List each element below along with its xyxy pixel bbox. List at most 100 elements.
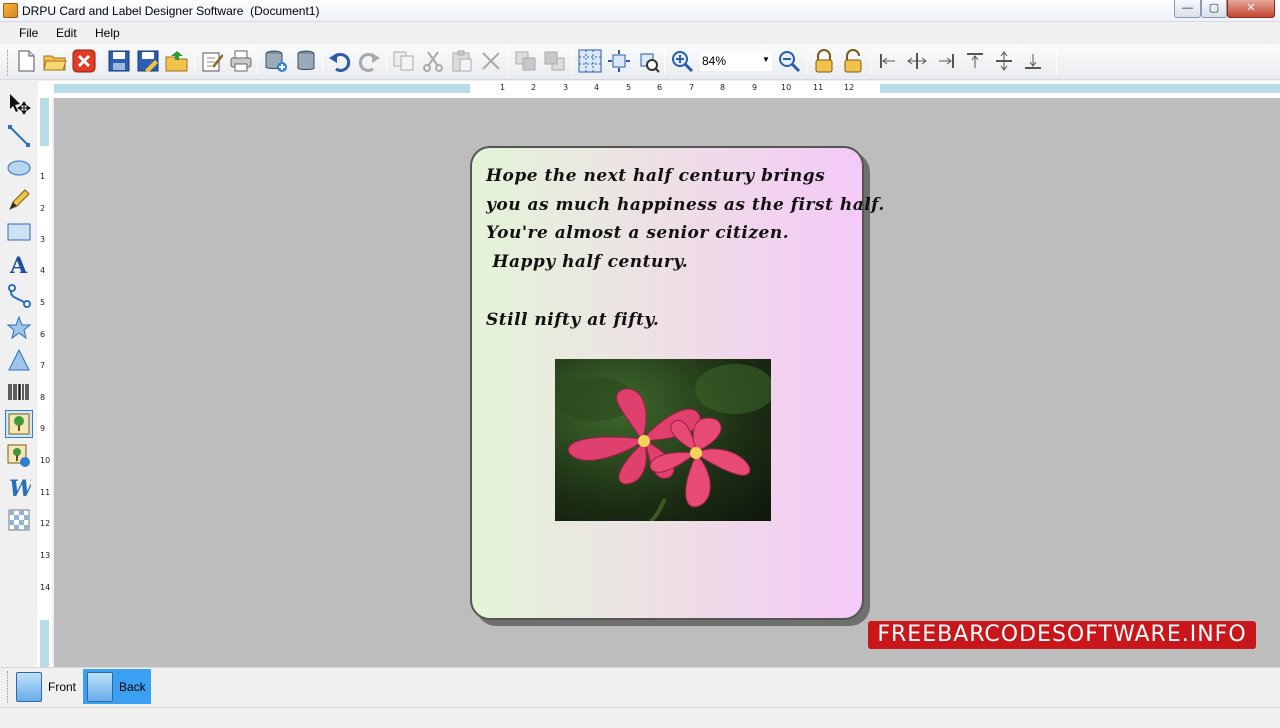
center-icon[interactable] [605,47,633,75]
vruler-label: 5 [40,298,46,307]
close-icon[interactable] [70,47,98,75]
vruler-label: 8 [40,393,46,402]
align-middle-icon[interactable] [990,47,1018,75]
hruler-label: 5 [626,83,632,92]
pan-icon[interactable] [634,47,662,75]
hruler-label: 8 [720,83,726,92]
bring-forward-icon[interactable] [512,47,540,75]
menu-file[interactable]: File [19,26,38,40]
copy-icon[interactable] [390,47,418,75]
zoom-out-icon[interactable] [775,47,803,75]
card-text-line[interactable]: You're almost a senior citizen. [486,223,789,243]
send-backward-icon[interactable] [541,47,569,75]
tab-front[interactable]: Front [12,669,80,704]
close-window-button[interactable]: ✕ [1227,0,1275,18]
hruler-label: 11 [813,83,824,92]
card-image[interactable] [555,359,771,521]
star-icon[interactable] [5,314,33,342]
toolbar-separator [664,50,665,74]
redo-icon[interactable] [355,47,383,75]
zoom-in-icon[interactable] [668,47,696,75]
toolbar-separator [508,50,509,74]
hruler-label: 3 [563,83,569,92]
undo-icon[interactable] [326,47,354,75]
tabbar-grip[interactable] [7,671,10,703]
vruler-label: 6 [40,330,46,339]
hruler-label: 6 [657,83,663,92]
vruler-label: 1 [40,172,46,181]
toolbar-separator [386,50,387,74]
toolbar-separator [194,50,195,74]
align-left-icon[interactable] [874,47,902,75]
left-toolbar [0,81,36,541]
toolbar-separator [870,50,871,74]
card-text-line[interactable]: Hope the next half century brings [486,166,825,186]
paste-icon[interactable] [448,47,476,75]
image-icon[interactable] [5,410,33,438]
align-bottom-icon[interactable] [1019,47,1047,75]
align-right-icon[interactable] [932,47,960,75]
flower-picture [555,364,771,521]
chevron-down-icon[interactable]: ▼ [762,55,770,64]
vruler-label: 10 [40,456,51,465]
window-title: DRPU Card and Label Designer Software (D… [22,4,320,18]
barcode-icon[interactable] [5,378,33,406]
card-text-line[interactable]: Happy half century. [486,252,688,272]
curve-icon[interactable] [5,282,33,310]
unlock-icon[interactable] [839,47,867,75]
vruler-label: 4 [40,266,46,275]
align-top-icon[interactable] [961,47,989,75]
vruler-label: 9 [40,424,46,433]
tab-back-label: Back [119,679,146,694]
edit-icon[interactable] [198,47,226,75]
vruler-label: 2 [40,204,46,213]
toolbar-separator [257,50,258,74]
minimize-button[interactable]: — [1174,0,1201,18]
hruler-label: 10 [781,83,792,92]
line-icon[interactable] [5,122,33,150]
hruler-label: 7 [689,83,695,92]
card-text-line[interactable]: you as much happiness as the first half. [486,195,885,215]
triangle-icon[interactable] [5,346,33,374]
ellipse-icon[interactable] [5,154,33,182]
print-icon[interactable] [227,47,255,75]
align-center-icon[interactable] [903,47,931,75]
hruler-label: 12 [844,83,855,92]
card-text-line[interactable]: Still nifty at fifty. [486,310,659,330]
app-icon [3,3,18,18]
vruler-label: 11 [40,488,51,497]
hruler-label: 2 [531,83,537,92]
select-icon[interactable] [5,90,33,118]
text-icon[interactable]: A [5,250,33,278]
page-icon [87,671,113,702]
export-icon[interactable] [163,47,191,75]
delete-icon[interactable] [477,47,505,75]
watermark-icon[interactable] [5,506,33,534]
save-as-icon[interactable] [134,47,162,75]
toolbar-separator [322,50,323,74]
tab-back[interactable]: Back [83,669,151,704]
page-icon [16,671,42,702]
lock-icon[interactable] [810,47,838,75]
toolbar-separator [572,50,573,74]
save-icon[interactable] [105,47,133,75]
watermark-banner: FREEBARCODESOFTWARE.INFO [868,621,1256,649]
image-library-icon[interactable] [5,442,33,470]
svg-text:W: W [9,476,31,500]
maximize-button[interactable]: ▢ [1201,0,1227,18]
pencil-icon[interactable] [5,186,33,214]
vertical-ruler-page-area [39,146,50,620]
database-add-icon[interactable] [262,47,290,75]
toolbar-grip[interactable] [7,50,10,76]
toolbar-separator [1056,50,1057,74]
rectangle-icon[interactable] [5,218,33,246]
wordart-icon[interactable]: W [5,474,33,502]
menu-edit[interactable]: Edit [56,26,77,40]
open-icon[interactable] [41,47,69,75]
cut-icon[interactable] [419,47,447,75]
new-icon[interactable] [12,47,40,75]
database-icon[interactable] [292,47,320,75]
menu-help[interactable]: Help [95,26,120,40]
grid-icon[interactable] [576,47,604,75]
vruler-label: 7 [40,361,46,370]
